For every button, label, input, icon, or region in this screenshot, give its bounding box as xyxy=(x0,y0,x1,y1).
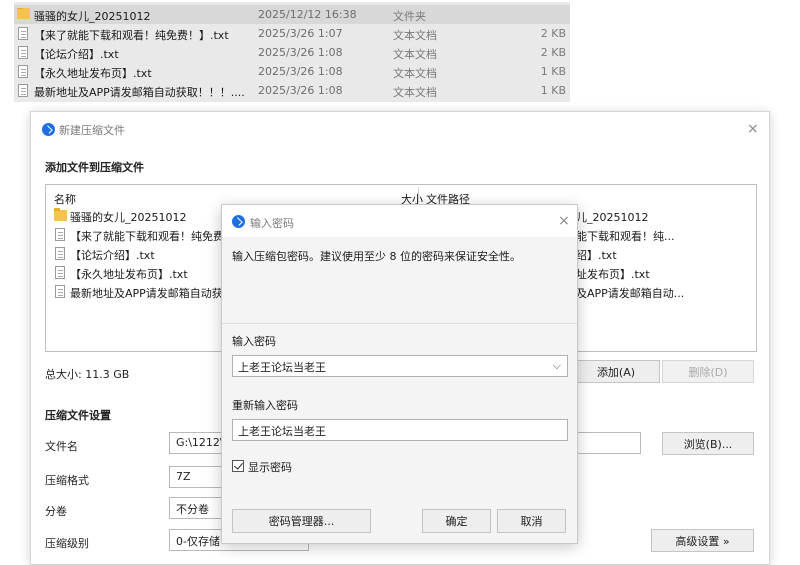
file-type: 文本文档 xyxy=(393,86,437,99)
file-date: 2025/12/12 16:38 xyxy=(258,8,357,21)
file-icon xyxy=(18,84,28,97)
confirm-password-label: 重新输入密码 xyxy=(232,399,298,412)
file-type: 文本文档 xyxy=(393,48,437,61)
archive-item-path: 儿_20251012 xyxy=(576,211,649,224)
file-name: 最新地址及APP请发邮箱自动获取！！！.... xyxy=(34,86,245,99)
advanced-settings-button[interactable]: 高级设置 » xyxy=(651,529,754,552)
password-label: 输入密码 xyxy=(232,335,276,348)
archive-item-path: 及APP请发邮箱自动... xyxy=(576,287,685,300)
file-icon xyxy=(55,285,65,298)
explorer-row[interactable]: 最新地址及APP请发邮箱自动获取！！！.... 2025/3/26 1:08 文本文… xyxy=(14,81,570,100)
file-icon xyxy=(55,228,65,241)
file-size: 1 KB xyxy=(540,84,566,97)
archive-item-path: 能下载和观看！纯... xyxy=(576,230,675,243)
file-size: 1 KB xyxy=(540,65,566,78)
add-button[interactable]: 添加(A) xyxy=(572,360,660,383)
confirm-password-input[interactable]: 上老王论坛当老王 xyxy=(232,419,568,441)
explorer-row[interactable]: 【永久地址发布页】.txt 2025/3/26 1:08 文本文档 1 KB xyxy=(14,62,570,81)
file-date: 2025/3/26 1:08 xyxy=(258,84,343,97)
filename-label: 文件名 xyxy=(45,440,78,453)
archive-item-name: 【来了就能下载和观看！纯免费 xyxy=(70,230,224,243)
chevron-down-icon[interactable]: ⌵ xyxy=(553,359,561,373)
file-date: 2025/3/26 1:08 xyxy=(258,46,343,59)
folder-icon xyxy=(17,8,30,19)
explorer-file-list: 骚骚的女儿_20251012 2025/12/12 16:38 文件夹 【来了就能下载… xyxy=(14,2,570,102)
file-name: 【来了就能下载和观看！纯免费！】.txt xyxy=(34,29,229,42)
file-name: 骚骚的女儿_20251012 xyxy=(34,10,151,23)
level-label: 压缩级别 xyxy=(45,537,89,550)
dialog-separator xyxy=(222,323,577,324)
section-archive-settings-title: 压缩文件设置 xyxy=(45,409,111,422)
column-header-name[interactable]: 名称 xyxy=(54,191,76,207)
ok-button[interactable]: 确定 xyxy=(422,509,491,533)
checkbox-checked-icon[interactable] xyxy=(232,460,244,472)
column-divider[interactable] xyxy=(418,187,419,203)
archive-item-name: 最新地址及APP请发邮箱自动获 xyxy=(70,287,223,300)
folder-icon xyxy=(54,208,67,221)
app-logo-icon xyxy=(42,123,55,136)
file-date: 2025/3/26 1:08 xyxy=(258,65,343,78)
file-icon xyxy=(55,266,65,279)
total-size-label: 总大小: 11.3 GB xyxy=(45,368,130,381)
file-icon xyxy=(18,27,28,40)
split-label: 分卷 xyxy=(45,505,67,518)
archive-item-name: 【论坛介绍】.txt xyxy=(70,249,155,262)
archive-item-path: 址发布页】.txt xyxy=(576,268,650,281)
password-hint: 输入压缩包密码。建议使用至少 8 位的密码来保证安全性。 xyxy=(232,250,521,263)
file-icon xyxy=(55,247,65,260)
file-date: 2025/3/26 1:07 xyxy=(258,27,343,40)
explorer-row[interactable]: 骚骚的女儿_20251012 2025/12/12 16:38 文件夹 xyxy=(14,5,570,24)
password-input[interactable]: 上老王论坛当老王 ⌵ xyxy=(232,355,568,377)
file-icon xyxy=(18,46,28,59)
password-manager-button[interactable]: 密码管理器... xyxy=(232,509,371,533)
file-type: 文本文档 xyxy=(393,67,437,80)
file-icon xyxy=(18,65,28,78)
file-type: 文本文档 xyxy=(393,29,437,42)
section-add-files-title: 添加文件到压缩文件 xyxy=(45,161,144,174)
file-size: 2 KB xyxy=(540,27,566,40)
file-name: 【论坛介绍】.txt xyxy=(34,48,119,61)
delete-button[interactable]: 删除(D) xyxy=(662,360,754,383)
cancel-button[interactable]: 取消 xyxy=(497,509,566,533)
browse-button[interactable]: 浏览(B)... xyxy=(662,432,754,455)
app-logo-icon xyxy=(232,215,245,228)
dialog-title-bar[interactable]: 输入密码 × xyxy=(222,205,577,237)
dialog-title: 输入密码 xyxy=(250,217,294,230)
window-close-icon[interactable]: × xyxy=(747,122,759,136)
explorer-row[interactable]: 【来了就能下载和观看！纯免费！】.txt 2025/3/26 1:07 文本文档 2 … xyxy=(14,24,570,43)
password-value: 上老王论坛当老王 xyxy=(238,361,326,374)
dialog-close-icon[interactable]: × xyxy=(558,214,570,228)
file-name: 【永久地址发布页】.txt xyxy=(34,67,152,80)
password-dialog: 输入密码 × 输入压缩包密码。建议使用至少 8 位的密码来保证安全性。 输入密码… xyxy=(221,204,578,544)
explorer-row[interactable]: 【论坛介绍】.txt 2025/3/26 1:08 文本文档 2 KB xyxy=(14,43,570,62)
window-title: 新建压缩文件 xyxy=(59,124,125,137)
dialog-body: 输入压缩包密码。建议使用至少 8 位的密码来保证安全性。 输入密码 上老王论坛当… xyxy=(222,237,577,543)
file-type: 文件夹 xyxy=(393,10,426,23)
format-label: 压缩格式 xyxy=(45,474,89,487)
show-password-label[interactable]: 显示密码 xyxy=(248,459,292,475)
archive-item-path: 绍】.txt xyxy=(576,249,617,262)
archive-item-name: 骚骚的女儿_20251012 xyxy=(70,211,187,224)
file-size: 2 KB xyxy=(540,46,566,59)
archive-item-name: 【永久地址发布页】.txt xyxy=(70,268,188,281)
